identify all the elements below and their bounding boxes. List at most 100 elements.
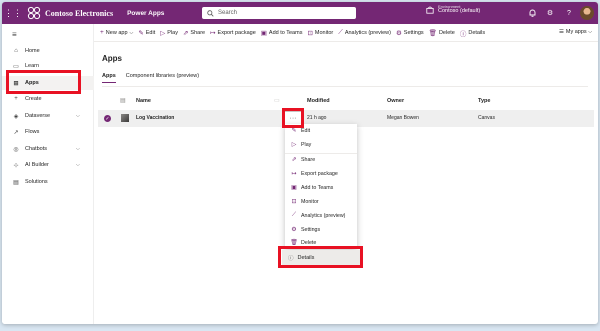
add-to-teams-button[interactable]: ▣ Add to Teams bbox=[261, 29, 303, 37]
environment-picker[interactable]: Environment Contoso (default) bbox=[426, 4, 480, 15]
tab-component-libraries[interactable]: Component libraries (preview) bbox=[126, 73, 199, 83]
column-header-type[interactable]: Type bbox=[478, 98, 490, 104]
export-icon: ↦ bbox=[210, 29, 216, 37]
app-owner: Megan Bowen bbox=[387, 115, 419, 121]
delete-button[interactable]: 🗑 Delete bbox=[429, 29, 455, 37]
export-package-button[interactable]: ↦ Export package bbox=[210, 29, 256, 37]
menu-item-settings[interactable]: ⚙ Settings bbox=[285, 223, 357, 237]
share-label: Share bbox=[190, 29, 206, 36]
menu-item-label: Play bbox=[301, 141, 312, 148]
gear-icon[interactable]: ⚙ bbox=[545, 8, 555, 18]
avatar[interactable] bbox=[580, 6, 594, 20]
menu-item-share[interactable]: ⇗ Share bbox=[285, 153, 357, 167]
my-apps-label: My apps bbox=[565, 29, 587, 35]
app-name[interactable]: Log Vaccination bbox=[136, 115, 174, 121]
column-header-name[interactable]: Name bbox=[136, 98, 151, 104]
share-button[interactable]: ⇗ Share bbox=[183, 29, 205, 37]
app-launcher-icon[interactable]: ⋮⋮ bbox=[2, 2, 24, 24]
trash-icon: 🗑 bbox=[290, 240, 298, 246]
search-icon bbox=[207, 9, 214, 17]
chevron-down-icon[interactable]: ⌵ bbox=[76, 146, 80, 152]
column-header-owner[interactable]: Owner bbox=[387, 98, 404, 104]
settings-button[interactable]: ⚙ Settings bbox=[396, 29, 424, 37]
apps-icon: ⊞ bbox=[13, 80, 19, 87]
environment-label: Environment bbox=[438, 4, 461, 9]
share-icon: ⇗ bbox=[291, 157, 297, 164]
analytics-label: Analytics (preview) bbox=[344, 29, 391, 36]
tab-list: Apps Component libraries (preview) bbox=[102, 73, 209, 83]
brand-logo-icon bbox=[27, 6, 41, 20]
share-icon: ⇗ bbox=[182, 29, 189, 37]
column-header-modified[interactable]: Modified bbox=[307, 98, 330, 104]
sidebar-item-flows[interactable]: ↗ Flows bbox=[2, 125, 94, 139]
help-icon[interactable]: ? bbox=[564, 8, 574, 18]
menu-item-label: Add to Teams bbox=[301, 184, 334, 191]
sidebar-item-solutions[interactable]: ▤ Solutions bbox=[2, 175, 94, 189]
teams-label: Add to Teams bbox=[268, 29, 303, 36]
gear-icon: ⚙ bbox=[395, 29, 402, 37]
export-icon: ↦ bbox=[291, 171, 297, 178]
hamburger-menu-icon[interactable]: ≡ bbox=[12, 30, 17, 39]
sidebar-item-ai-builder[interactable]: ⊹ AI Builder ⌵ bbox=[2, 158, 94, 172]
edit-button[interactable]: ✎ Edit bbox=[138, 29, 155, 37]
details-label: Details bbox=[468, 29, 486, 36]
menu-item-label: Export package bbox=[301, 170, 338, 177]
canvas-app-icon bbox=[121, 114, 129, 122]
row-selected-checkmark-icon[interactable]: ✓ bbox=[104, 115, 111, 122]
home-icon: ⌂ bbox=[14, 48, 18, 54]
select-all-icon[interactable]: ▤ bbox=[120, 97, 126, 104]
delete-label: Delete bbox=[438, 29, 455, 36]
menu-item-details[interactable]: ⓘ Details bbox=[282, 250, 360, 265]
sidebar-item-chatbots[interactable]: ◎ Chatbots ⌵ bbox=[2, 142, 94, 156]
details-button[interactable]: ⓘ Details bbox=[460, 28, 485, 38]
menu-item-label: Details bbox=[297, 254, 315, 261]
teams-icon: ▣ bbox=[260, 29, 267, 37]
play-button[interactable]: ▷ Play bbox=[160, 29, 178, 37]
view-filter-button[interactable]: ☰ My apps ⌵ bbox=[559, 29, 592, 35]
brand-name[interactable]: Contoso Electronics bbox=[45, 9, 113, 18]
pencil-icon: ✎ bbox=[291, 128, 297, 135]
context-menu: ✎ Edit ▷ Play ⇗ Share ↦ Export package ▣ Add … bbox=[285, 124, 357, 248]
sidebar-item-dataverse[interactable]: ◈ Dataverse ⌵ bbox=[2, 109, 94, 123]
menu-item-label: Delete bbox=[301, 239, 317, 246]
menu-item-export-package[interactable]: ↦ Export package bbox=[285, 167, 357, 181]
sidebar-item-label: Solutions bbox=[25, 179, 48, 185]
page-title: Apps bbox=[102, 54, 122, 63]
ai-icon: ⊹ bbox=[13, 162, 19, 169]
menu-item-play[interactable]: ▷ Play bbox=[285, 138, 357, 152]
monitor-button[interactable]: ⊡ Monitor bbox=[307, 29, 333, 37]
sidebar-item-create[interactable]: + Create bbox=[2, 92, 94, 106]
menu-item-label: Analytics (preview) bbox=[301, 212, 346, 219]
pencil-icon: ✎ bbox=[138, 29, 144, 37]
chevron-down-icon[interactable]: ⌵ bbox=[76, 162, 80, 168]
info-icon: ⓘ bbox=[459, 30, 467, 38]
column-header-icon: ▭ bbox=[274, 98, 280, 104]
menu-item-label: Edit bbox=[301, 127, 311, 134]
chevron-down-icon: ⌵ bbox=[588, 29, 592, 35]
menu-item-edit[interactable]: ✎ Edit bbox=[285, 124, 357, 138]
menu-item-label: Settings bbox=[301, 226, 321, 233]
menu-item-delete[interactable]: 🗑 Delete bbox=[285, 237, 357, 248]
sidebar-item-learn[interactable]: ▭ Learn bbox=[2, 59, 94, 73]
new-app-label: New app bbox=[105, 29, 128, 36]
search-input[interactable]: Search bbox=[202, 7, 356, 19]
chevron-down-icon[interactable]: ⌵ bbox=[76, 113, 80, 119]
sidebar-item-label: Flows bbox=[25, 129, 40, 135]
database-icon: ◈ bbox=[13, 113, 19, 120]
product-name[interactable]: Power Apps bbox=[127, 10, 164, 17]
more-commands-button[interactable]: ··· bbox=[284, 111, 302, 125]
notifications-icon[interactable] bbox=[527, 8, 537, 18]
filter-icon: ☰ bbox=[558, 29, 564, 35]
tab-apps[interactable]: Apps bbox=[102, 73, 116, 83]
sidebar-item-label: Create bbox=[25, 96, 42, 102]
analytics-button[interactable]: ⟋ Analytics (preview) bbox=[338, 29, 391, 37]
menu-item-analytics[interactable]: ⟋ Analytics (preview) bbox=[285, 209, 357, 223]
tab-divider bbox=[102, 86, 588, 87]
menu-item-monitor[interactable]: ⊡ Monitor bbox=[285, 195, 357, 209]
new-app-button[interactable]: + New app ⌵ bbox=[100, 29, 133, 36]
menu-item-add-to-teams[interactable]: ▣ Add to Teams bbox=[285, 181, 357, 195]
chatbot-icon: ◎ bbox=[13, 146, 19, 153]
edit-label: Edit bbox=[145, 29, 156, 36]
sidebar-item-home[interactable]: ⌂ Home bbox=[2, 44, 94, 58]
sidebar-item-apps[interactable]: ⊞ Apps bbox=[2, 76, 94, 90]
